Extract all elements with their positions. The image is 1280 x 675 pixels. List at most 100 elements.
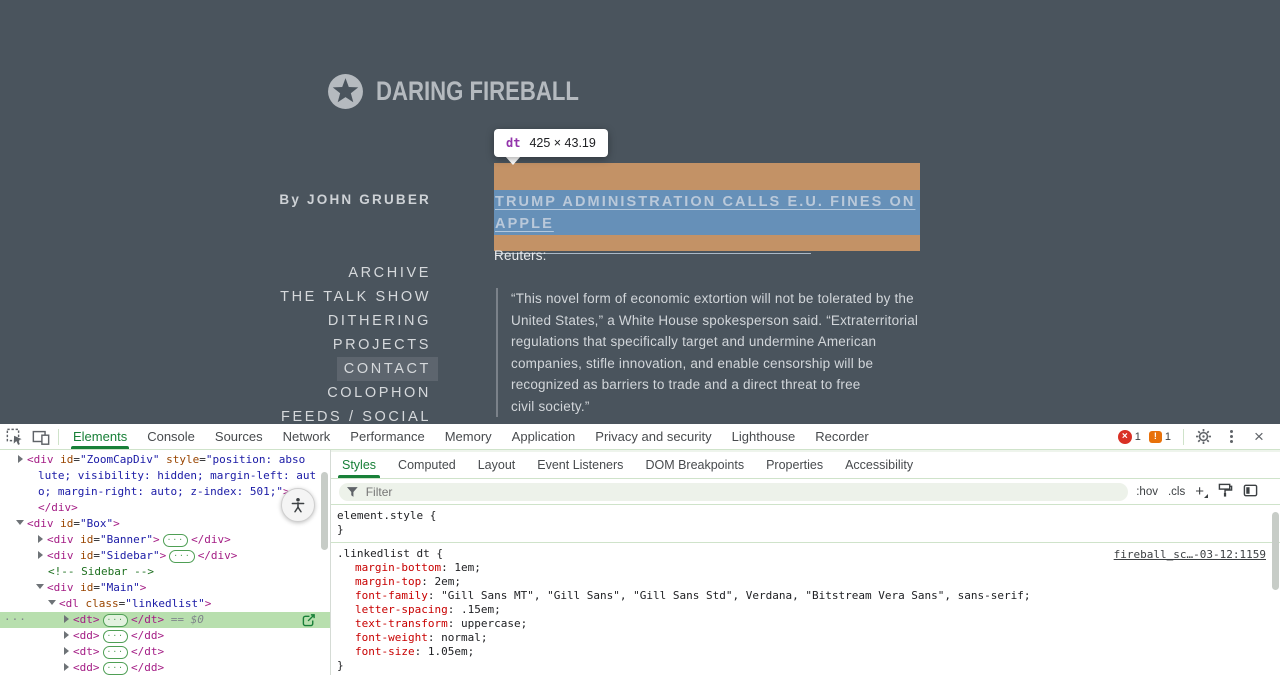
css-property-value[interactable]: uppercase; [461,617,527,630]
collapsed-content-badge[interactable]: ··· [169,550,194,563]
nav-item-feeds-social[interactable]: FEEDS / SOCIAL [281,409,431,425]
tree-row[interactable]: <dl class="linkedlist"> [0,596,330,612]
devtools-tab-lighthouse[interactable]: Lighthouse [722,424,806,449]
collapse-arrow-icon[interactable] [36,584,44,589]
site-brand[interactable]: DARING FIREBALL [327,73,623,110]
devtools-tab-console[interactable]: Console [137,424,205,449]
nav-item-contact[interactable]: CONTACT [337,357,438,381]
console-warnings-badge[interactable]: ! 1 [1149,431,1171,443]
toggle-classes[interactable]: .cls [1168,486,1185,498]
expand-arrow-icon[interactable] [18,455,23,463]
devtools-tab-memory[interactable]: Memory [435,424,502,449]
expand-arrow-icon[interactable] [64,631,69,639]
styles-toggles: :hov .cls + [1136,483,1272,501]
inspect-element-icon[interactable] [5,427,25,447]
css-property-value[interactable]: 2em; [434,575,461,588]
expand-arrow-icon[interactable] [64,663,69,671]
expand-arrow-icon[interactable] [38,535,43,543]
nav-item-colophon[interactable]: COLOPHON [327,385,431,401]
collapsed-content-badge[interactable]: ··· [103,630,128,643]
tree-row[interactable]: <div id="Main"> [0,580,330,596]
headline-link-line1[interactable]: TRUMP ADMINISTRATION CALLS E.U. FINES ON… [495,194,915,232]
nav-item-projects[interactable]: PROJECTS [333,337,431,353]
styles-tab-styles[interactable]: Styles [331,452,387,478]
styles-tab-properties[interactable]: Properties [755,452,834,478]
tree-row[interactable]: <div id="Banner">···</div> [0,532,330,548]
css-property-name[interactable]: font-size [355,645,415,658]
styles-filter-pill[interactable] [339,483,1128,501]
tree-row[interactable]: <dd>···</dd> [0,660,330,675]
dock-sidebar-icon[interactable] [1243,483,1258,501]
tree-row-selected[interactable]: ···<dt>···</dt> == $0 [0,612,330,628]
tree-row[interactable]: lute; visibility: hidden; margin-left: a… [0,468,330,484]
collapsed-content-badge[interactable]: ··· [103,646,128,659]
toggle-hover-state[interactable]: :hov [1136,486,1158,498]
rule-selector[interactable]: element.style { [337,509,1274,523]
styles-tab-accessibility[interactable]: Accessibility [834,452,924,478]
styles-tab-computed[interactable]: Computed [387,452,467,478]
devtools-tab-privacy-and-security[interactable]: Privacy and security [585,424,721,449]
code-token-val: "Box" [80,517,113,530]
settings-gear-icon[interactable] [1193,427,1213,447]
devtools-tab-sources[interactable]: Sources [205,424,273,449]
tree-row[interactable]: <dt>···</dt> [0,644,330,660]
console-errors-badge[interactable]: × 1 [1118,430,1141,444]
warning-icon: ! [1149,431,1162,443]
tree-row[interactable]: <div id="Sidebar">···</div> [0,548,330,564]
styles-tab-dom-breakpoints[interactable]: DOM Breakpoints [634,452,755,478]
css-property-name[interactable]: text-transform [355,617,448,630]
close-devtools-icon[interactable]: × [1249,427,1269,447]
css-declaration-font-weight: font-weight: normal; [337,631,1274,645]
tree-row[interactable]: <div id="ZoomCapDiv" style="position: ab… [0,452,330,468]
css-property-value[interactable]: 1em; [454,561,481,574]
collapsed-content-badge[interactable]: ··· [103,614,128,627]
collapse-arrow-icon[interactable] [48,600,56,605]
css-property-name[interactable]: letter-spacing [355,603,448,616]
nav-item-archive[interactable]: ARCHIVE [348,265,431,281]
devtools-tab-performance[interactable]: Performance [340,424,434,449]
expand-arrow-icon[interactable] [38,551,43,559]
styles-tab-layout[interactable]: Layout [467,452,527,478]
styles-tab-event-listeners[interactable]: Event Listeners [526,452,634,478]
css-property-value[interactable]: normal; [441,631,487,644]
css-colon: : [448,603,461,616]
css-property-name[interactable]: font-family [355,589,428,602]
devtools-tab-application[interactable]: Application [502,424,586,449]
scroll-into-view-icon[interactable] [302,613,316,627]
tree-row[interactable]: o; margin-right: auto; z-index: 501;"> [0,484,330,500]
device-toolbar-icon[interactable] [31,427,51,447]
tree-row[interactable]: <div id="Box"> [0,516,330,532]
css-property-value[interactable]: .15em; [461,603,501,616]
expand-arrow-icon[interactable] [64,647,69,655]
code-token-attr: id [74,581,94,594]
devtools-tab-recorder[interactable]: Recorder [805,424,878,449]
css-property-name[interactable]: margin-top [355,575,421,588]
css-declaration-margin-top: margin-top: 2em; [337,575,1274,589]
css-rule-linkedlist-dt: fireball_sc…-03-12:1159.linkedlist dt {m… [331,543,1280,675]
site-title: DARING FIREBALL [376,76,579,107]
collapse-arrow-icon[interactable] [16,520,24,525]
tree-row[interactable]: <dd>···</dd> [0,628,330,644]
css-property-value[interactable]: "Gill Sans MT", "Gill Sans", "Gill Sans … [441,589,1030,602]
more-options-kebab-icon[interactable] [1221,427,1241,447]
row-gutter-ellipsis[interactable]: ··· [4,612,27,628]
devtools-tab-elements[interactable]: Elements [63,424,137,449]
nav-item-the-talk-show[interactable]: THE TALK SHOW [280,289,431,305]
stylesheet-source-link[interactable]: fireball_sc…-03-12:1159 [1114,548,1266,561]
rendering-emulation-icon[interactable] [1218,483,1233,501]
css-property-value[interactable]: 1.05em; [428,645,474,658]
new-style-rule-button[interactable]: + [1195,483,1208,500]
expand-arrow-icon[interactable] [64,615,69,623]
collapsed-content-badge[interactable]: ··· [163,534,188,547]
devtools-tab-network[interactable]: Network [273,424,341,449]
tree-row[interactable]: <!-- Sidebar --> [0,564,330,580]
styles-scrollbar[interactable] [1272,512,1279,590]
elements-scrollbar[interactable] [321,472,328,550]
nav-item-dithering[interactable]: DITHERING [328,313,431,329]
css-property-name[interactable]: font-weight [355,631,428,644]
collapsed-content-badge[interactable]: ··· [103,662,128,675]
accessibility-person-icon[interactable] [281,488,315,522]
styles-filter-input[interactable] [364,484,1121,500]
toolbar-right-cluster: × 1 ! 1 [1118,427,1280,447]
css-property-name[interactable]: margin-bottom [355,561,441,574]
